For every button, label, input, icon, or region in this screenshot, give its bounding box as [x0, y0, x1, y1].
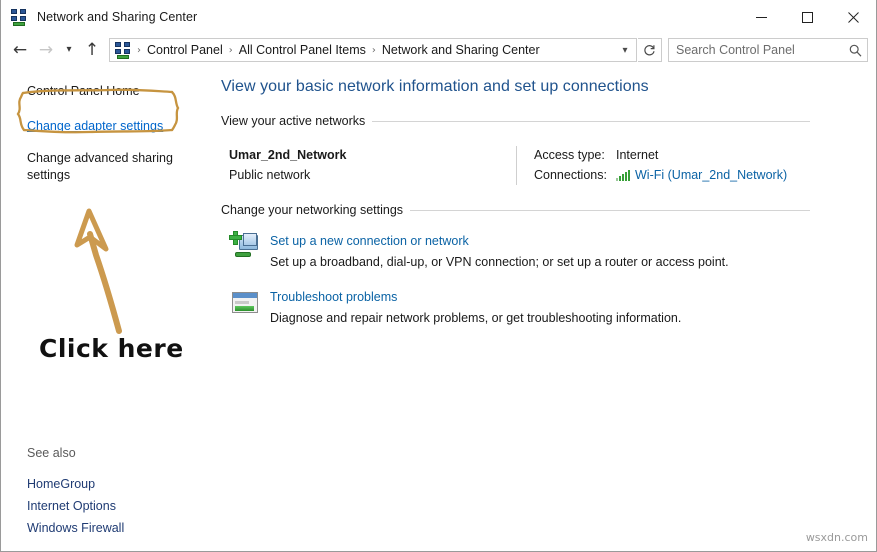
- section-heading-active-networks: View your active networks: [221, 114, 876, 128]
- task-title-link[interactable]: Troubleshoot problems: [270, 289, 397, 306]
- chevron-down-icon: ▾: [622, 44, 628, 56]
- minimize-button[interactable]: [738, 0, 784, 35]
- sidebar-item-control-panel-home[interactable]: Control Panel Home: [1, 83, 176, 100]
- up-arrow-icon: ↑: [84, 39, 100, 60]
- back-button[interactable]: ←: [7, 38, 33, 62]
- task-body: Troubleshoot problems Diagnose and repai…: [270, 287, 681, 329]
- network-icon: [10, 8, 28, 26]
- wifi-signal-icon: [616, 169, 631, 181]
- navigation-bar: ← → ▾ ↑ › Control Panel › All Control Pa…: [1, 35, 876, 65]
- breadcrumb-separator: ›: [228, 44, 233, 56]
- page-title: View your basic network information and …: [221, 78, 649, 95]
- breadcrumb: › Control Panel › All Control Panel Item…: [135, 43, 614, 57]
- see-also-item-windows-firewall[interactable]: Windows Firewall: [1, 517, 211, 539]
- see-also-item-homegroup[interactable]: HomeGroup: [1, 473, 211, 495]
- watermark: wsxdn.com: [805, 531, 868, 544]
- section-heading-label: View your active networks: [221, 114, 366, 128]
- refresh-icon: [644, 44, 655, 55]
- breadcrumb-separator: ›: [371, 44, 376, 56]
- address-dropdown-button[interactable]: ▾: [614, 39, 636, 61]
- breadcrumb-network-icon: [114, 41, 132, 59]
- breadcrumb-item-network-and-sharing-center[interactable]: Network and Sharing Center: [378, 43, 544, 57]
- detail-value: Internet: [616, 148, 659, 162]
- maximize-icon: [801, 12, 813, 23]
- refresh-button[interactable]: [638, 38, 662, 62]
- window-body: Control Panel Home Change adapter settin…: [1, 65, 876, 550]
- address-bar[interactable]: › Control Panel › All Control Panel Item…: [109, 38, 637, 62]
- active-network-name: Umar_2nd_Network: [229, 148, 347, 162]
- task-setup-new-connection[interactable]: Set up a new connection or network Set u…: [229, 231, 876, 273]
- active-network-row: Umar_2nd_Network Public network Access t…: [211, 146, 876, 185]
- recent-locations-button[interactable]: ▾: [59, 38, 79, 62]
- see-also-heading: See also: [27, 446, 76, 460]
- active-network-details: Access type: Internet Connections: Wi-Fi…: [516, 146, 787, 185]
- task-description: Set up a broadband, dial-up, or VPN conn…: [270, 255, 729, 269]
- sidebar: Control Panel Home Change adapter settin…: [1, 65, 211, 550]
- breadcrumb-item-control-panel[interactable]: Control Panel: [143, 43, 227, 57]
- section-heading-label: Change your networking settings: [221, 203, 404, 217]
- forward-button[interactable]: →: [33, 38, 59, 62]
- see-also-item-internet-options[interactable]: Internet Options: [1, 495, 211, 517]
- task-body: Set up a new connection or network Set u…: [270, 231, 729, 273]
- sidebar-item-change-adapter-settings[interactable]: Change adapter settings: [1, 118, 176, 135]
- active-network-type: Public network: [229, 168, 311, 182]
- search-icon[interactable]: [843, 44, 867, 57]
- detail-label: Access type:: [534, 148, 605, 162]
- network-and-sharing-center-window: Network and Sharing Center ← → ▾ ↑ › Con…: [0, 0, 877, 552]
- click-here-annotation-text: Click here: [39, 334, 184, 363]
- close-button[interactable]: [830, 0, 876, 35]
- task-troubleshoot-problems[interactable]: Troubleshoot problems Diagnose and repai…: [229, 287, 876, 329]
- see-also-section: See also HomeGroup Internet Options Wind…: [1, 446, 211, 539]
- forward-arrow-icon: →: [38, 39, 54, 60]
- pointer-arrow-annotation: [61, 205, 151, 335]
- close-icon: [847, 12, 859, 23]
- task-title-link[interactable]: Set up a new connection or network: [270, 233, 469, 250]
- detail-connections: Connections: Wi-Fi (Umar_2nd_Network): [534, 165, 787, 185]
- chevron-down-icon: ▾: [66, 44, 72, 55]
- search-input[interactable]: [669, 42, 843, 58]
- back-arrow-icon: ←: [12, 39, 28, 60]
- breadcrumb-item-all-control-panel-items[interactable]: All Control Panel Items: [235, 43, 370, 57]
- sidebar-item-change-advanced-sharing-settings[interactable]: Change advanced sharing settings: [1, 150, 176, 184]
- window-controls: [738, 0, 876, 35]
- active-network-identity: Umar_2nd_Network Public network: [229, 146, 516, 185]
- maximize-button[interactable]: [784, 0, 830, 35]
- search-box[interactable]: [668, 38, 868, 62]
- window-title: Network and Sharing Center: [37, 10, 198, 24]
- breadcrumb-separator: ›: [137, 44, 141, 56]
- section-heading-networking-settings: Change your networking settings: [221, 203, 876, 217]
- task-description: Diagnose and repair network problems, or…: [270, 311, 682, 325]
- up-button[interactable]: ↑: [79, 38, 105, 62]
- title-bar: Network and Sharing Center: [1, 0, 876, 35]
- section-divider: [372, 120, 810, 122]
- section-divider: [410, 209, 810, 211]
- setup-connection-icon: [229, 231, 261, 263]
- main-content: View your basic network information and …: [211, 65, 876, 550]
- connection-link[interactable]: Wi-Fi (Umar_2nd_Network): [635, 165, 787, 185]
- minimize-icon: [755, 17, 767, 18]
- troubleshoot-icon: [229, 287, 261, 319]
- detail-label: Connections:: [534, 168, 607, 182]
- detail-access-type: Access type: Internet: [534, 146, 787, 165]
